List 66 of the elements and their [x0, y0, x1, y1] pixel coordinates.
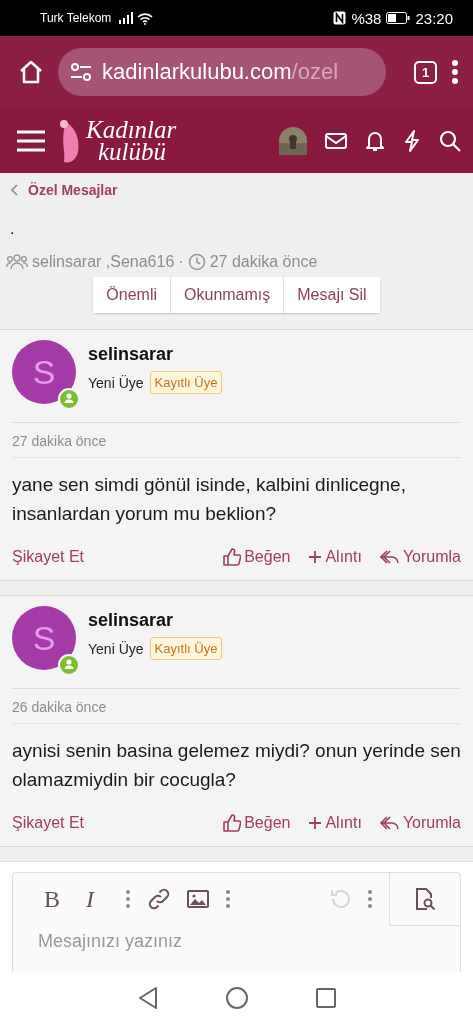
- signal-icon: [119, 12, 134, 24]
- bell-icon[interactable]: [365, 129, 385, 152]
- plus-icon: [308, 816, 323, 830]
- people-icon: [6, 254, 28, 270]
- link-icon[interactable]: [147, 887, 171, 911]
- chevron-left-icon[interactable]: [10, 184, 18, 196]
- username-link[interactable]: selinsarar: [88, 610, 223, 631]
- address-bar[interactable]: kadinlarkulubu.com/ozel: [58, 48, 386, 96]
- home-circle-icon[interactable]: [225, 987, 248, 1009]
- site-settings-icon: [70, 63, 92, 81]
- reply-link[interactable]: Yorumla: [379, 814, 461, 832]
- recents-icon[interactable]: [315, 988, 336, 1008]
- separator-dot: ·: [178, 253, 184, 271]
- participants-text: selinsarar ,Sena616: [32, 253, 175, 271]
- wifi-icon: [137, 11, 154, 25]
- menu-icon[interactable]: [16, 128, 46, 153]
- username-link[interactable]: selinsarar: [88, 344, 223, 365]
- more-options-icon[interactable]: [125, 889, 131, 909]
- thumbs-up-icon: [223, 548, 242, 566]
- user-title: Yeni Üye: [88, 374, 144, 391]
- thumbs-up-icon: [223, 814, 242, 832]
- back-icon[interactable]: [137, 986, 158, 1010]
- report-link[interactable]: Şikayet Et: [12, 548, 85, 566]
- bold-button[interactable]: B: [33, 885, 71, 913]
- plus-icon: [308, 550, 323, 564]
- reply-link[interactable]: Yorumla: [379, 548, 461, 566]
- message-input-field[interactable]: Mesajınızı yazınız: [13, 925, 423, 954]
- reply-icon: [379, 815, 400, 831]
- search-icon[interactable]: [439, 129, 461, 152]
- like-link[interactable]: Beğen: [223, 814, 291, 832]
- conversation-time: 27 dakika önce: [209, 253, 318, 271]
- message-time: 27 dakika önce: [12, 423, 461, 458]
- tab-count-button[interactable]: 1: [414, 60, 437, 84]
- more-options-icon[interactable]: [225, 889, 231, 909]
- quote-link[interactable]: Alıntı: [308, 548, 362, 566]
- clock-icon: [187, 253, 206, 271]
- message-time: 26 dakika önce: [12, 689, 461, 724]
- action-button[interactable]: Okunmamış: [171, 277, 285, 313]
- battery-icon: [386, 12, 411, 24]
- image-icon[interactable]: [187, 890, 209, 908]
- more-icon[interactable]: [451, 60, 459, 84]
- preview-icon[interactable]: [413, 886, 437, 911]
- user-avatar[interactable]: [279, 126, 307, 155]
- message-text: yane sen simdi gönül isinde, kalbini dinlicegne, insanlardan yorum mu beklion?: [12, 473, 407, 526]
- user-badge: Kayıtlı Üye: [149, 637, 223, 660]
- action-button[interactable]: Mesajı Sil: [284, 277, 380, 313]
- site-logo[interactable]: Kadınlar kulübü: [86, 118, 177, 163]
- message-text: aynisi senin basina gelemez miydi? onun yerinde sen olamazmiydin bir cocugla?: [12, 739, 461, 792]
- home-icon[interactable]: [18, 59, 44, 85]
- italic-button[interactable]: I: [71, 885, 109, 913]
- like-link[interactable]: Beğen: [223, 548, 291, 566]
- quote-link[interactable]: Alıntı: [308, 814, 362, 832]
- lightning-icon[interactable]: [403, 129, 421, 152]
- report-link[interactable]: Şikayet Et: [12, 814, 85, 832]
- more-options-icon[interactable]: [367, 889, 373, 909]
- nfc-icon: [333, 11, 347, 25]
- action-button[interactable]: Önemli: [93, 277, 172, 313]
- breadcrumb-link[interactable]: Özel Mesajlar: [28, 182, 118, 198]
- clock-time: 23:20: [415, 9, 453, 27]
- user-title: Yeni Üye: [88, 640, 144, 657]
- reply-icon: [379, 549, 400, 565]
- envelope-icon[interactable]: [325, 132, 347, 149]
- user-badge: Kayıtlı Üye: [149, 371, 223, 394]
- carrier-name: Turk Telekom: [40, 11, 112, 25]
- battery-percent: %38: [351, 9, 382, 27]
- conversation-title: .: [9, 219, 16, 239]
